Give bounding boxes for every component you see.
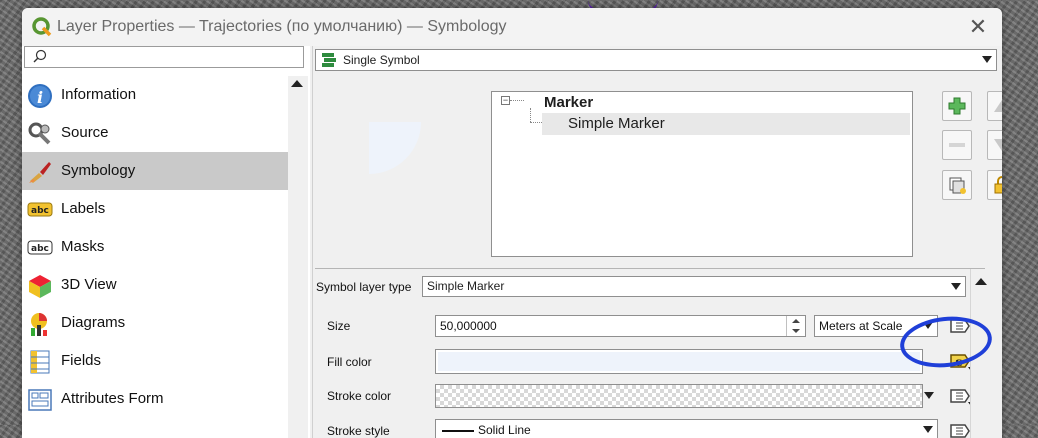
tree-connector xyxy=(530,108,532,122)
layer-properties-dialog: Layer Properties — Trajectories (по умол… xyxy=(22,8,1002,438)
symbol-layer-type-value: Simple Marker xyxy=(427,279,505,293)
symbol-preview-shape xyxy=(369,122,421,174)
chevron-down-icon xyxy=(951,283,961,290)
source-icon xyxy=(28,122,51,145)
chevron-down-icon xyxy=(982,56,992,63)
sidebar-item-labels[interactable]: abc Labels xyxy=(22,190,288,228)
duplicate-symbol-layer-button[interactable] xyxy=(942,170,972,200)
sidebar-item-label: Fields xyxy=(61,352,102,369)
arrow-up-icon xyxy=(994,100,1002,112)
move-down-button[interactable] xyxy=(987,130,1002,160)
sidebar: i Information Source Symbology abc Label… xyxy=(22,46,310,438)
sidebar-item-label: Diagrams xyxy=(61,314,126,331)
3d-view-icon xyxy=(29,275,51,298)
stroke-style-value: Solid Line xyxy=(478,423,531,437)
qgis-logo-icon xyxy=(32,17,52,37)
sidebar-item-attributes-form[interactable]: Attributes Form xyxy=(22,380,288,418)
spin-up-icon[interactable] xyxy=(792,319,800,323)
symbology-icon xyxy=(29,162,51,183)
tree-item-marker[interactable]: Marker xyxy=(544,94,593,111)
search-icon xyxy=(33,49,47,63)
information-icon: i xyxy=(28,84,52,108)
size-spinner[interactable] xyxy=(786,316,805,336)
tree-item-label: Simple Marker xyxy=(568,115,665,132)
svg-text:i: i xyxy=(37,88,43,107)
fill-color-button[interactable] xyxy=(435,349,923,374)
sidebar-item-masks[interactable]: abc Masks xyxy=(22,228,288,266)
tree-item-simple-marker[interactable]: Simple Marker xyxy=(542,113,910,135)
fill-color-swatch xyxy=(438,352,920,371)
stroke-color-dropdown[interactable] xyxy=(923,387,937,405)
sidebar-item-3d-view[interactable]: 3D View xyxy=(22,266,288,304)
sidebar-item-label: Labels xyxy=(61,200,106,217)
window-title: Layer Properties — Trajectories (по умол… xyxy=(57,18,507,35)
size-input[interactable]: 50,000000 xyxy=(435,315,806,337)
lock-color-button[interactable] xyxy=(987,170,1002,200)
stroke-color-button[interactable] xyxy=(435,384,923,408)
symbol-layer-tree: − Marker Simple Marker xyxy=(491,91,913,257)
chevron-down-icon xyxy=(923,426,933,433)
sidebar-item-label: Symbology xyxy=(61,162,136,179)
attributes-form-icon xyxy=(28,389,52,411)
sidebar-item-information[interactable]: i Information xyxy=(22,76,288,114)
arrow-down-icon xyxy=(994,139,1002,151)
sidebar-item-fields[interactable]: Fields xyxy=(22,342,288,380)
svg-text:abc: abc xyxy=(31,206,49,216)
sidebar-item-label: 3D View xyxy=(61,276,117,293)
solid-line-icon xyxy=(442,430,474,432)
scroll-up-icon[interactable] xyxy=(975,278,987,285)
lock-icon xyxy=(994,176,1002,194)
stroke-color-label: Stroke color xyxy=(327,389,392,403)
sidebar-item-source[interactable]: Source xyxy=(22,114,288,152)
sidebar-item-diagrams[interactable]: Diagrams xyxy=(22,304,288,342)
labels-icon: abc xyxy=(27,202,53,217)
plus-icon xyxy=(948,97,966,115)
size-unit-value: Meters at Scale xyxy=(819,319,903,333)
spin-down-icon[interactable] xyxy=(792,329,800,333)
single-symbol-icon xyxy=(322,53,336,67)
sidebar-scrollbar[interactable] xyxy=(288,76,308,438)
symbol-layer-type-label: Symbol layer type xyxy=(316,280,412,294)
stroke-style-select[interactable]: Solid Line xyxy=(435,419,938,438)
renderer-selected-value: Single Symbol xyxy=(343,53,420,67)
size-value: 50,000000 xyxy=(440,319,497,333)
minus-icon xyxy=(949,143,965,147)
chevron-down-icon xyxy=(924,392,934,399)
remove-symbol-layer-button[interactable] xyxy=(942,130,972,160)
stroke-style-label: Stroke style xyxy=(327,424,390,438)
symbol-layer-type-select[interactable]: Simple Marker xyxy=(422,276,966,297)
tree-connector xyxy=(530,122,542,123)
symbology-panel: Single Symbol − Marker Simple Marker Sym… xyxy=(312,46,1002,438)
scroll-up-icon[interactable] xyxy=(291,80,303,87)
move-up-button[interactable] xyxy=(987,91,1002,121)
add-symbol-layer-button[interactable] xyxy=(942,91,972,121)
symbol-preview xyxy=(369,122,421,174)
tree-connector xyxy=(510,100,524,101)
collapse-icon[interactable]: − xyxy=(501,96,510,105)
sidebar-item-label: Information xyxy=(61,86,137,103)
masks-icon: abc xyxy=(27,240,53,255)
sidebar-item-label: Attributes Form xyxy=(61,390,164,407)
diagrams-icon xyxy=(31,313,47,336)
sidebar-item-symbology[interactable]: Symbology xyxy=(22,152,288,190)
close-button[interactable]: ✕ xyxy=(966,15,990,39)
fields-icon xyxy=(30,350,50,374)
title-bar: Layer Properties — Trajectories (по умол… xyxy=(22,8,1002,46)
svg-text:abc: abc xyxy=(31,244,49,254)
search-input[interactable] xyxy=(24,46,304,68)
fill-color-label: Fill color xyxy=(327,355,372,369)
duplicate-icon xyxy=(949,177,966,194)
size-label: Size xyxy=(327,319,351,333)
renderer-select[interactable]: Single Symbol xyxy=(315,49,997,71)
sidebar-item-label: Masks xyxy=(61,238,105,255)
sidebar-nav: i Information Source Symbology abc Label… xyxy=(22,76,288,418)
symbol-layer-properties: Symbol layer type Simple Marker Size 50,… xyxy=(315,268,991,438)
sidebar-item-label: Source xyxy=(61,124,109,141)
